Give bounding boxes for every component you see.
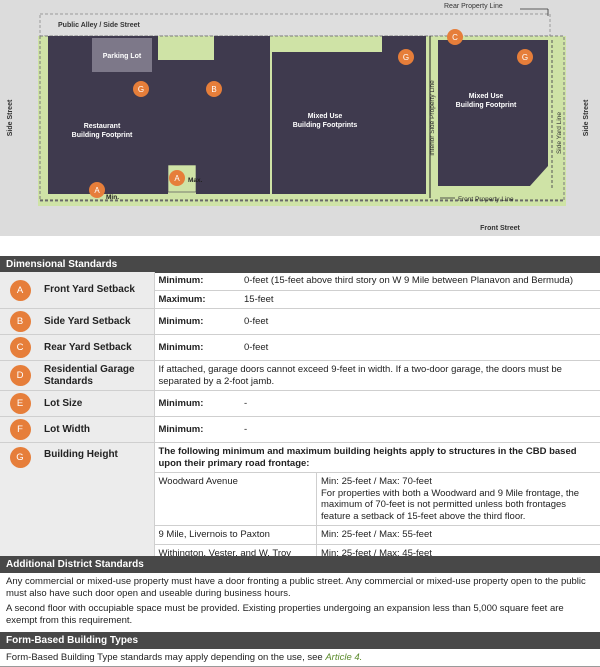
row-rear-yard-setback: C Rear Yard Setback Minimum: 0-feet	[0, 334, 600, 361]
additional-standards-heading: Additional District Standards	[0, 556, 600, 573]
front-max-value: 15-feet	[240, 290, 600, 309]
rear-property-line-label: Rear Property Line	[444, 3, 503, 10]
marker-g-mixed-left: G	[398, 49, 414, 65]
badge-c: C	[9, 337, 31, 358]
side-street-right-label: Side Street	[583, 99, 590, 136]
badge-d: D	[9, 365, 31, 386]
dimensional-standards-table: A Front Yard Setback Minimum: 0-feet (15…	[0, 272, 600, 563]
marker-a-min: A	[89, 182, 105, 198]
svg-text:A: A	[94, 186, 100, 195]
height-intro: The following minimum and maximum buildi…	[158, 446, 577, 469]
label-side-yard-setback: Side Yard Setback	[40, 308, 155, 335]
label-rear-yard-setback: Rear Yard Setback	[40, 334, 155, 361]
row-side-yard-setback: B Side Yard Setback Minimum: 0-feet	[0, 308, 600, 335]
row-lot-size: E Lot Size Minimum: -	[0, 390, 600, 417]
row-building-height: G Building Height The following minimum …	[0, 442, 600, 563]
label-residential-garage: Residential Garage Standards	[40, 360, 155, 391]
svg-text:A: A	[174, 174, 180, 183]
mixed-use-center-label-2: Building Footprints	[293, 122, 358, 129]
front-min-value: 0-feet (15-feet above third story on W 9…	[240, 272, 600, 291]
label-front-yard-setback: Front Yard Setback	[40, 272, 155, 309]
badge-g: G	[9, 447, 31, 468]
label-lot-width: Lot Width	[40, 416, 155, 443]
svg-text:G: G	[138, 85, 144, 94]
badge-a: A	[9, 279, 31, 301]
row-lot-width: F Lot Width Minimum: -	[0, 416, 600, 443]
lot-size-min-value: -	[240, 390, 600, 417]
side-min-key: Minimum:	[154, 308, 240, 335]
lot-width-min-value: -	[240, 416, 600, 443]
garage-text: If attached, garage doors cannot exceed …	[154, 360, 600, 391]
row-residential-garage: D Residential Garage Standards If attach…	[0, 360, 600, 391]
marker-c: C	[447, 29, 463, 45]
form-based-text: Form-Based Building Type standards may a…	[6, 652, 323, 663]
height-row-woodward: Woodward Avenue Min: 25-feet / Max: 70-f…	[154, 472, 600, 526]
height-note-woodward: For properties with both a Woodward and …	[321, 487, 580, 522]
max-label: Max.	[188, 177, 203, 184]
svg-text:G: G	[403, 53, 409, 62]
front-min-key: Minimum:	[154, 272, 240, 291]
restaurant-label-2: Building Footprint	[72, 132, 133, 139]
site-plan-diagram: Public Alley / Side Street Rear Property…	[0, 0, 600, 236]
interior-side-line-label: Interior Side Property Line	[429, 80, 436, 156]
side-min-value: 0-feet	[240, 308, 600, 335]
marker-g-restaurant: G	[133, 81, 149, 97]
front-property-line-label: Front Property Line	[458, 196, 514, 203]
mixed-use-right-label-1: Mixed Use	[469, 93, 504, 100]
badge-b: B	[9, 311, 31, 332]
marker-a-max: A	[169, 170, 185, 186]
rear-min-value: 0-feet	[240, 334, 600, 361]
dimensional-standards-heading: Dimensional Standards	[0, 256, 600, 273]
label-lot-size: Lot Size	[40, 390, 155, 417]
form-based-heading: Form-Based Building Types	[0, 632, 600, 649]
label-building-height: Building Height	[40, 442, 155, 563]
front-max-key: Maximum:	[154, 290, 240, 309]
min-label: Min.	[106, 194, 119, 201]
badge-e: E	[9, 393, 31, 414]
form-based-paragraph: Form-Based Building Type standards may a…	[6, 652, 594, 664]
restaurant-label-1: Restaurant	[84, 123, 121, 130]
height-road-woodward: Woodward Avenue	[154, 472, 317, 526]
parking-lot-label: Parking Lot	[103, 53, 142, 60]
svg-text:G: G	[522, 53, 528, 62]
additional-paragraph-1: Any commercial or mixed-use property mus…	[6, 576, 586, 599]
height-road-9-mile: 9 Mile, Livernois to Paxton	[154, 525, 317, 544]
svg-text:C: C	[452, 33, 458, 42]
article-4-link[interactable]: Article 4.	[325, 652, 362, 663]
height-value-woodward: Min: 25-feet / Max: 70-feet	[321, 476, 432, 487]
alley-label: Public Alley / Side Street	[58, 22, 140, 29]
side-street-left-label: Side Street	[7, 99, 14, 136]
badge-f: F	[9, 419, 31, 440]
height-row-9-mile: 9 Mile, Livernois to Paxton Min: 25-feet…	[154, 525, 600, 544]
lot-size-min-key: Minimum:	[154, 390, 240, 417]
mixed-use-right-footprint	[438, 40, 548, 186]
additional-paragraph-2: A second floor with occupiable space mus…	[6, 603, 564, 626]
side-yard-line-label: Side Yard Line	[556, 112, 563, 154]
svg-text:B: B	[211, 85, 216, 94]
row-front-yard-setback: A Front Yard Setback Minimum: 0-feet (15…	[0, 272, 600, 309]
height-table: Woodward Avenue Min: 25-feet / Max: 70-f…	[154, 472, 600, 562]
marker-g-mixed-right: G	[517, 49, 533, 65]
rear-min-key: Minimum:	[154, 334, 240, 361]
front-street-label: Front Street	[480, 225, 520, 232]
marker-b: B	[206, 81, 222, 97]
lot-width-min-key: Minimum:	[154, 416, 240, 443]
mixed-use-right-label-2: Building Footprint	[456, 102, 517, 109]
height-value-9-mile: Min: 25-feet / Max: 55-feet	[316, 525, 600, 544]
mixed-use-center-label-1: Mixed Use	[308, 113, 343, 120]
